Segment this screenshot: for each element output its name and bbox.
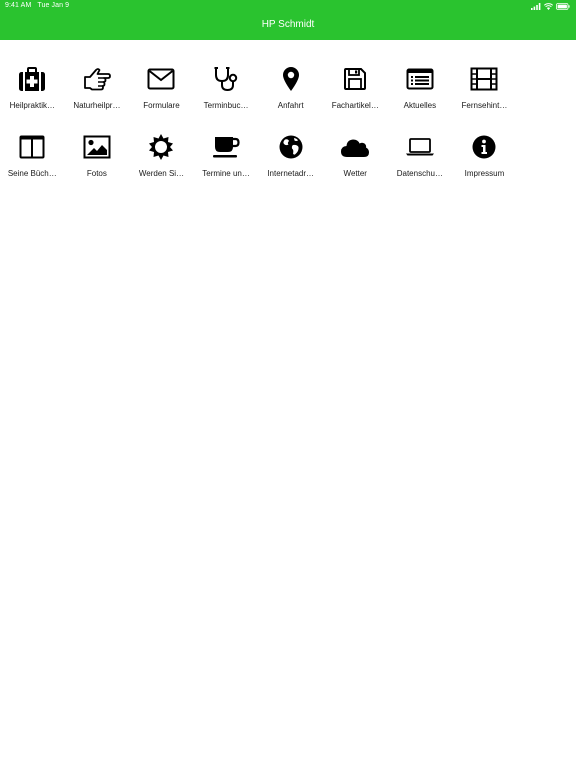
- tile-label: Internetadr…: [267, 169, 315, 178]
- app-header: 9:41 AM Tue Jan 9 HP Schmidt: [0, 0, 576, 40]
- tile-fernsehinterviews[interactable]: Fernsehint…: [452, 59, 517, 127]
- globe-icon: [271, 127, 311, 167]
- map-marker-icon: [271, 59, 311, 99]
- cloud-icon: [335, 127, 375, 167]
- tile-label: Seine Büch…: [7, 169, 57, 178]
- battery-icon: [556, 2, 570, 10]
- coffee-cup-icon: [206, 127, 246, 167]
- tile-heilpraktiker[interactable]: Heilpraktik…: [0, 59, 65, 127]
- stethoscope-icon: [206, 59, 246, 99]
- status-time: 9:41 AM Tue Jan 9: [5, 0, 69, 12]
- tile-label: Impressum: [464, 169, 505, 178]
- picture-icon: [77, 127, 117, 167]
- info-circle-icon: [464, 127, 504, 167]
- tile-label: Fernsehint…: [461, 101, 508, 110]
- page-title: HP Schmidt: [261, 19, 315, 30]
- tile-wetter[interactable]: Wetter: [323, 127, 388, 195]
- laptop-icon: [400, 127, 440, 167]
- tile-terminbuchung[interactable]: Terminbuc…: [194, 59, 259, 127]
- first-aid-kit-icon: [12, 59, 52, 99]
- tile-label: Datenschu…: [396, 169, 443, 178]
- tile-label: Aktuelles: [403, 101, 437, 110]
- floppy-disk-icon: [335, 59, 375, 99]
- tile-label: Heilpraktik…: [9, 101, 55, 110]
- tile-aktuelles[interactable]: Aktuelles: [388, 59, 453, 127]
- tile-fotos[interactable]: Fotos: [65, 127, 130, 195]
- status-date: Tue Jan 9: [37, 2, 70, 9]
- tile-termine-und[interactable]: Termine un…: [194, 127, 259, 195]
- status-icons: [531, 2, 570, 10]
- tile-naturheilpraxis[interactable]: Naturheilpr…: [65, 59, 130, 127]
- tile-label: Formulare: [143, 101, 180, 110]
- tile-formulare[interactable]: Formulare: [129, 59, 194, 127]
- tile-label: Fachartikel…: [331, 101, 379, 110]
- tile-label: Naturheilpr…: [73, 101, 121, 110]
- tile-seine-buecher[interactable]: Seine Büch…: [0, 127, 65, 195]
- columns-icon: [12, 127, 52, 167]
- sun-icon: [141, 127, 181, 167]
- film-strip-icon: [464, 59, 504, 99]
- list-window-icon: [400, 59, 440, 99]
- wifi-icon: [544, 2, 553, 10]
- pointing-hand-icon: [77, 59, 117, 99]
- tile-label: Wetter: [343, 169, 367, 178]
- tile-anfahrt[interactable]: Anfahrt: [258, 59, 323, 127]
- tile-werden-sie[interactable]: Werden Si…: [129, 127, 194, 195]
- tile-label: Terminbuc…: [203, 101, 249, 110]
- menu-grid: Heilpraktik… Naturheilpr… Formulare Term…: [0, 59, 576, 195]
- tile-datenschutz[interactable]: Datenschu…: [388, 127, 453, 195]
- tile-impressum[interactable]: Impressum: [452, 127, 517, 195]
- status-clock: 9:41 AM: [5, 2, 32, 9]
- tile-label: Termine un…: [202, 169, 250, 178]
- envelope-icon: [141, 59, 181, 99]
- status-bar: 9:41 AM Tue Jan 9: [0, 0, 576, 12]
- signal-icon: [531, 2, 541, 10]
- tile-label: Anfahrt: [277, 101, 304, 110]
- tile-label: Werden Si…: [138, 169, 185, 178]
- tile-label: Fotos: [86, 169, 107, 178]
- tile-fachartikel[interactable]: Fachartikel…: [323, 59, 388, 127]
- tile-internetadressen[interactable]: Internetadr…: [258, 127, 323, 195]
